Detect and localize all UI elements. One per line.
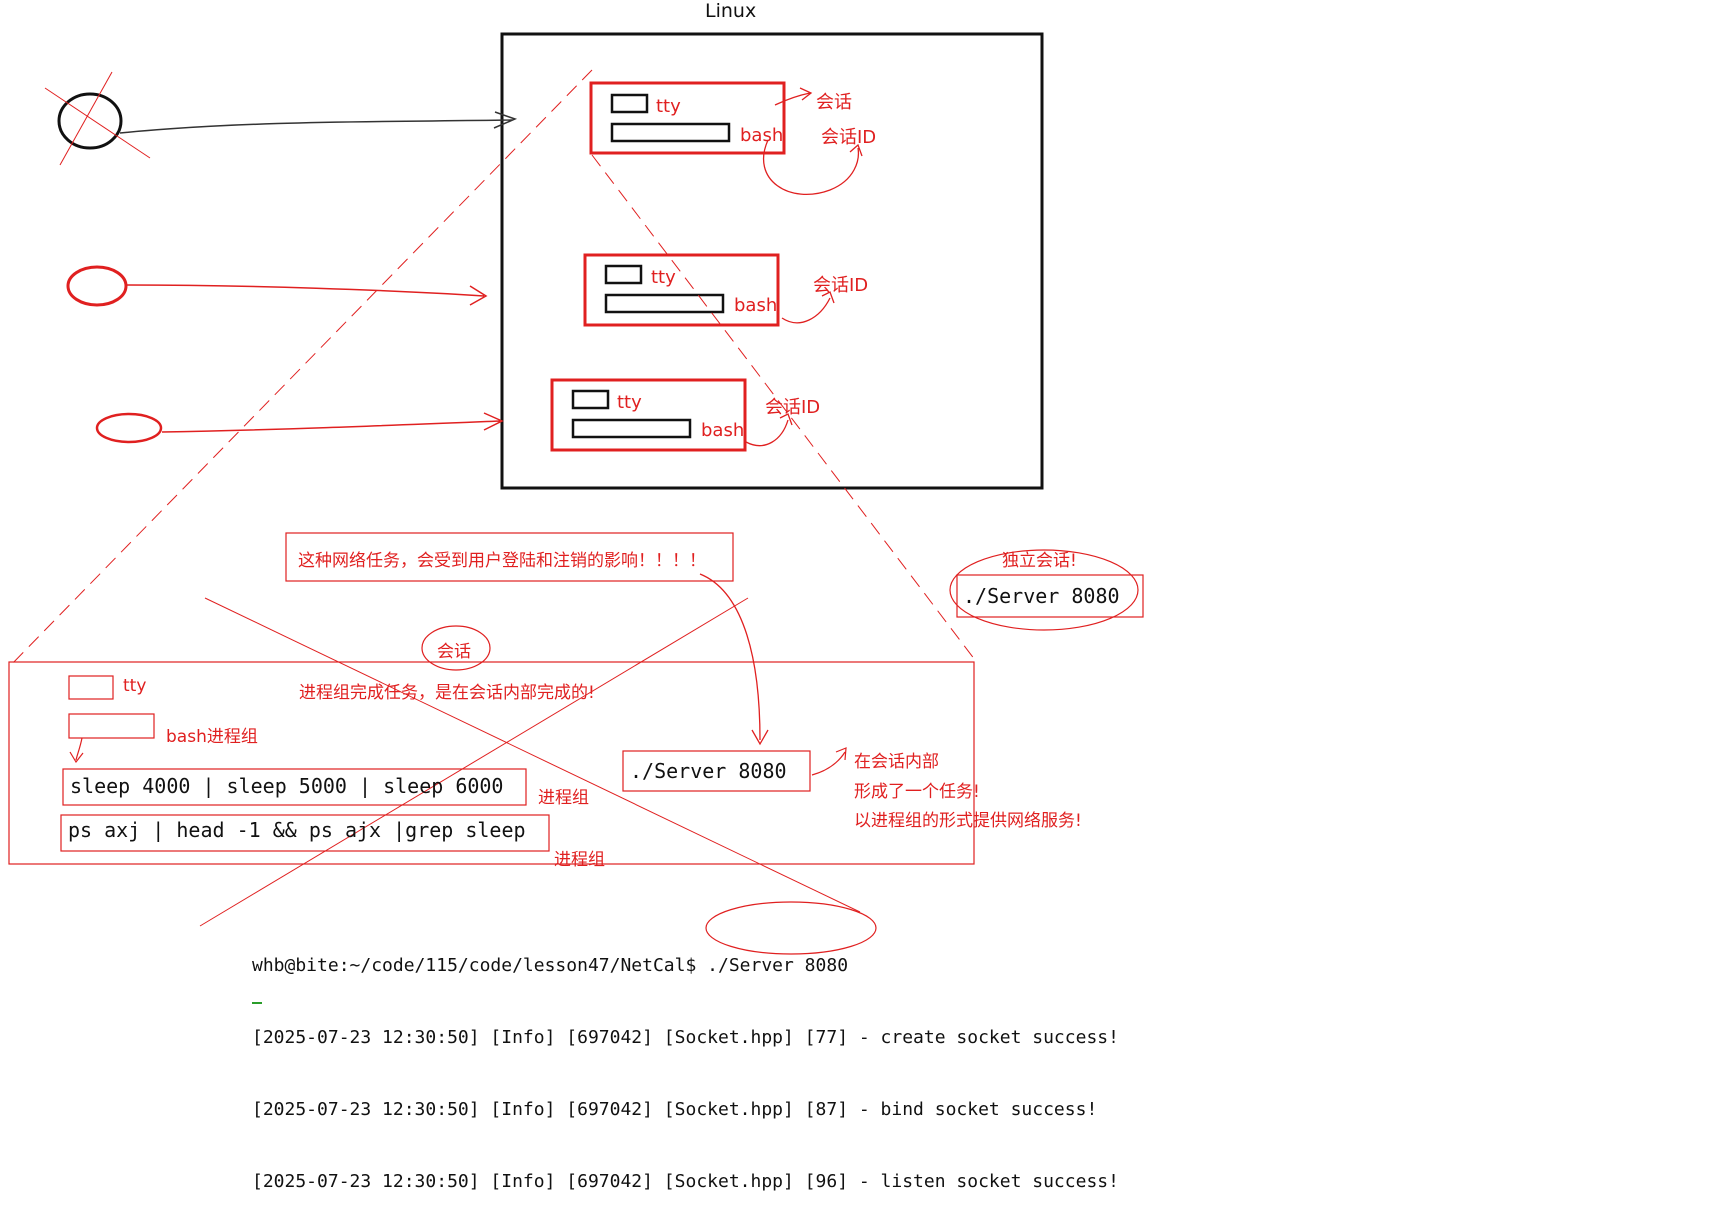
user-circle-black (44, 71, 151, 166)
session-2-tty-label: tty (651, 267, 676, 288)
linux-title: Linux (705, 0, 757, 22)
network-task-warning: 这种网络任务，会受到用户登陆和注销的影响！！！！ (298, 551, 706, 571)
bash-group-box (68, 713, 155, 739)
warning-arrow (699, 573, 769, 746)
bash-group-arrow (69, 737, 84, 764)
session-3-id-label: 会话ID (765, 397, 821, 418)
session-2-bash-label: bash (734, 295, 778, 316)
arrow-login-3 (161, 412, 504, 433)
zoom-line-left (7, 69, 593, 669)
cross-stroke-1 (204, 597, 861, 913)
pipeline1-command: sleep 4000 | sleep 5000 | sleep 6000 (70, 774, 504, 798)
independent-session-command: ./Server 8080 (963, 584, 1120, 608)
user-circle-red-2 (95, 412, 163, 444)
pipeline1-label: 进程组 (538, 788, 589, 808)
session-1-tty-label: tty (656, 96, 681, 117)
tty-box (68, 675, 114, 700)
arrow-login-2 (125, 284, 488, 306)
session-3-tty-label: tty (617, 392, 642, 413)
server-command: ./Server 8080 (630, 759, 787, 783)
terminal-line: [2025-07-23 12:30:50] [Info] [697042] [S… (252, 1099, 1098, 1120)
independent-session-label: 独立会话! (1002, 551, 1077, 571)
bash-group-label: bash进程组 (166, 727, 258, 747)
diagram-canvas (7, 32, 1144, 1004)
terminal-line: whb@bite:~/code/115/code/lesson47/NetCal… (252, 955, 849, 976)
user-circle-red-1 (66, 265, 128, 307)
server-notes-arrow (811, 747, 847, 776)
terminal-output: whb@bite:~/code/115/code/lesson47/NetCal… (252, 906, 1119, 1218)
server-note-3: 以进程组的形式提供网络服务! (854, 811, 1082, 831)
session-1-id-label: 会话ID (821, 127, 877, 148)
pipeline2-label: 进程组 (554, 850, 605, 870)
zoom-tty-label: tty (123, 676, 147, 696)
session-3-bash-label: bash (701, 420, 745, 441)
process-group-explanation: 进程组完成任务，是在会话内部完成的! (299, 683, 595, 703)
terminal-line: [2025-07-23 12:30:50] [Info] [697042] [S… (252, 1027, 1119, 1048)
arrow-login-1 (119, 111, 518, 134)
session-circle-label: 会话 (437, 642, 471, 662)
session-1-bash-label: bash (740, 125, 784, 146)
server-note-1: 在会话内部 (854, 752, 939, 772)
pipeline2-command: ps axj | head -1 && ps ajx |grep sleep (68, 818, 526, 842)
session-2-id-label: 会话ID (813, 275, 869, 296)
server-note-2: 形成了一个任务! (854, 782, 980, 802)
session-1-top-label: 会话 (816, 92, 852, 113)
terminal-line: [2025-07-23 12:30:50] [Info] [697042] [S… (252, 1171, 1119, 1192)
session-top-arrow (774, 87, 813, 106)
